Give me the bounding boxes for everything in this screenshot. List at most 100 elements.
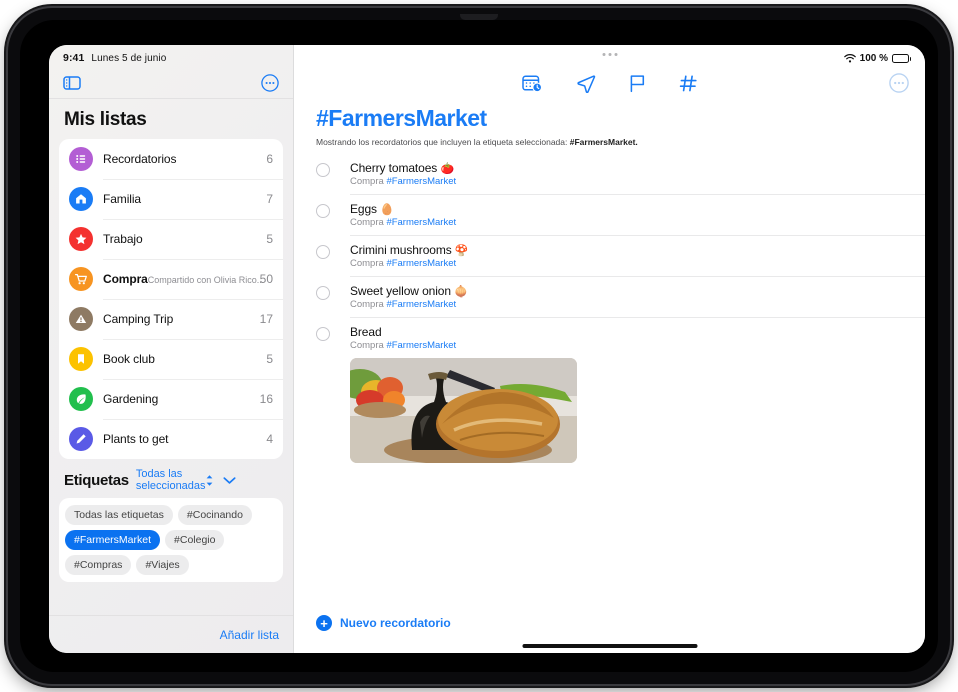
reminder-body: Cherry tomatoes 🍅 Compra #FarmersMarket [350,161,903,187]
sidebar: 9:41 Lunes 5 de junio Mis listas Recorda… [49,45,294,653]
new-reminder-button[interactable]: + Nuevo recordatorio [316,615,451,631]
sidebar-list-item[interactable]: Recordatorios 6 [59,139,283,179]
reminder-title: Eggs [350,202,377,216]
tag-chip[interactable]: #Compras [65,555,132,575]
page-subtitle: Mostrando los recordatorios que incluyen… [316,132,903,153]
page-subtitle-tag: #FarmersMarket. [569,137,638,147]
sidebar-list-name: Familia [103,192,141,206]
sidebar-list-text: CompraCompartido con Olivia Rico... [103,270,264,288]
reminder-attachment-photo[interactable] [350,358,577,463]
main-toolbar [294,67,925,99]
status-bar-left: 9:41 Lunes 5 de junio [49,45,293,67]
location-arrow-icon[interactable] [576,74,596,93]
sidebar-list-count: 50 [259,272,273,286]
tags-card: Todas las etiquetas #Cocinando #FarmersMar… [59,498,283,582]
reminder-row[interactable]: Bread Compra #FarmersMarket [316,317,925,470]
up-down-chevron-icon[interactable] [205,474,214,487]
device-frame: 9:41 Lunes 5 de junio Mis listas Recorda… [8,8,950,684]
reminder-complete-circle[interactable] [316,204,330,218]
sidebar-list-name: Recordatorios [103,152,177,166]
status-date: Lunes 5 de junio [91,52,167,64]
reminder-row[interactable]: Cherry tomatoes 🍅 Compra #FarmersMarket [316,153,903,194]
reminder-tag: #FarmersMarket [386,217,457,228]
house-icon [69,187,93,211]
home-indicator [522,644,697,648]
sidebar-content: Mis listas Recordatorios 6 Familia 7 Trabajo… [49,99,293,615]
sidebar-list-name: Plants to get [103,432,169,446]
reminder-row[interactable]: Eggs 🥚 Compra #FarmersMarket [316,194,925,235]
sidebar-list-item[interactable]: Camping Trip 17 [59,299,283,339]
camera-notch [460,14,498,20]
star-icon [69,227,93,251]
tag-chip[interactable]: #Colegio [165,530,225,550]
reminder-body: Crimini mushrooms 🍄 Compra #FarmersMarket [350,243,903,269]
sidebar-list-text: Recordatorios [103,150,260,168]
hashtag-icon[interactable] [679,74,698,93]
my-lists-card: Recordatorios 6 Familia 7 Trabajo 5 CompraComp… [59,139,283,459]
reminder-title: Bread [350,325,382,339]
status-battery-group: 100 % [843,53,911,64]
reminder-list-name: Compra [350,340,384,351]
sidebar-list-count: 16 [259,392,273,406]
chevron-down-icon[interactable] [223,476,236,485]
reminder-complete-circle[interactable] [316,286,330,300]
sidebar-list-item[interactable]: Plants to get 4 [59,419,283,459]
reminder-list-name: Compra [350,176,384,187]
sidebar-toggle-icon[interactable] [63,75,81,90]
triangle-warning-icon [69,307,93,331]
ellipsis-circle-icon[interactable] [261,73,279,92]
reminder-title-row: Crimini mushrooms 🍄 [350,243,903,257]
tags-title: Etiquetas [64,472,129,489]
main-content: 100 % #FarmersMarket Mostrando los recor… [294,45,925,653]
reminder-row[interactable]: Sweet yellow onion 🧅 Compra #FarmersMarke… [316,276,925,317]
main-ellipsis-circle-icon[interactable] [889,73,909,93]
window-drag-handle[interactable] [602,53,617,56]
reminder-complete-circle[interactable] [316,327,330,341]
tag-chip[interactable]: #Viajes [136,555,189,575]
sidebar-list-count: 7 [266,192,273,206]
reminder-list-name: Compra [350,217,384,228]
main-footer: + Nuevo recordatorio [294,607,925,653]
reminder-row[interactable]: Crimini mushrooms 🍄 Compra #FarmersMarket [316,235,925,276]
leaf-icon [69,387,93,411]
reminder-tag: #FarmersMarket [386,176,457,187]
tag-chip[interactable]: #Cocinando [177,505,252,525]
sidebar-list-name: Camping Trip [103,312,174,326]
status-time: 9:41 [63,52,85,64]
sidebar-footer: Añadir lista [49,615,293,653]
tags-section-header: Etiquetas Todas las seleccionadas [59,459,283,498]
reminder-emoji: 🍅 [440,163,455,175]
sidebar-list-count: 5 [266,352,273,366]
reminder-complete-circle[interactable] [316,245,330,259]
wifi-icon [843,53,856,63]
sidebar-list-count: 6 [266,152,273,166]
tag-chip[interactable]: #FarmersMarket [65,530,161,550]
flag-icon[interactable] [629,74,646,93]
reminder-emoji: 🍄 [454,245,469,257]
reminder-complete-circle[interactable] [316,163,330,177]
calendar-badge-icon[interactable] [521,74,543,93]
sidebar-list-count: 17 [259,312,273,326]
reminder-title-row: Bread [350,325,903,339]
tag-chip[interactable]: Todas las etiquetas [65,505,173,525]
page-subtitle-prefix: Mostrando los recordatorios que incluyen… [316,137,570,147]
reminder-title-row: Sweet yellow onion 🧅 [350,284,903,298]
reminder-body: Bread Compra #FarmersMarket [350,325,903,463]
sidebar-list-name: Compra [103,272,148,286]
sidebar-list-name: Book club [103,352,155,366]
sidebar-list-text: Book club [103,350,260,368]
reminder-title: Crimini mushrooms [350,243,452,257]
sidebar-list-item[interactable]: CompraCompartido con Olivia Rico... 50 [59,259,283,299]
reminder-tag: #FarmersMarket [386,258,457,269]
reminder-emoji: 🥚 [380,204,394,216]
tags-selection-label[interactable]: Todas las seleccionadas [136,468,206,492]
sidebar-list-item[interactable]: Trabajo 5 [59,219,283,259]
bookmark-icon [69,347,93,371]
sidebar-list-item[interactable]: Gardening 16 [59,379,283,419]
sidebar-list-item[interactable]: Book club 5 [59,339,283,379]
reminder-meta: Compra #FarmersMarket [350,258,903,269]
sidebar-list-item[interactable]: Familia 7 [59,179,283,219]
add-list-button[interactable]: Añadir lista [220,628,279,642]
sidebar-title: Mis listas [64,109,147,130]
reminder-title-row: Cherry tomatoes 🍅 [350,161,903,175]
